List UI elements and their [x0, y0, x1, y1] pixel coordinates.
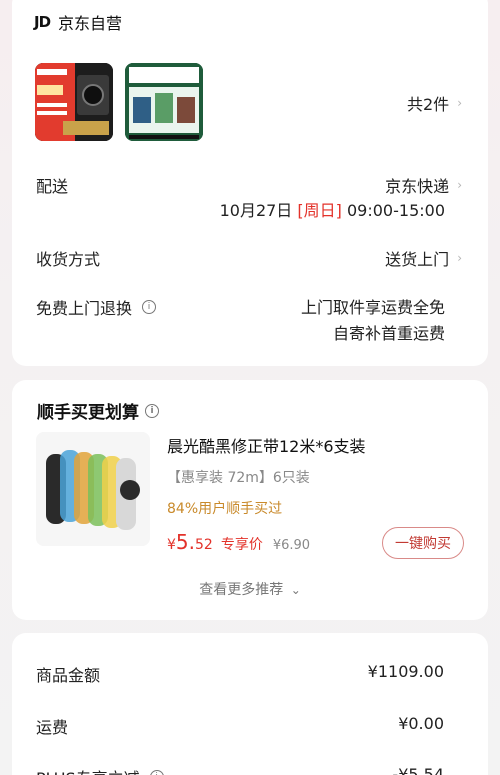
receive-method-value: 送货上门 — [385, 250, 450, 269]
recommend-price: ¥ 5. 52 专享价 ¥6.90 — [167, 530, 310, 554]
freight-value: ¥0.00 — [398, 714, 444, 733]
chevron-right-icon: › — [457, 178, 462, 192]
free-return-label: 免费上门退换 — [36, 299, 133, 318]
price-decimal: 52 — [195, 537, 213, 553]
price-summary-card: 商品金额 ¥1109.00 运费 ¥0.00 PLUS专享立减 i -¥5.54 — [12, 633, 488, 775]
price-symbol: ¥ — [167, 537, 176, 553]
recommend-product-spec: 【惠享装 72m】6只装 — [167, 470, 310, 486]
recommend-product-title[interactable]: 晨光酷黑修正带12米*6支装 — [167, 433, 366, 457]
recommend-title-text: 顺手买更划算 — [37, 403, 139, 423]
delivery-method: 京东快递 — [385, 177, 450, 196]
jd-logo: JD — [34, 13, 51, 31]
info-icon[interactable]: i — [149, 770, 164, 775]
recommend-product-note: 84%用户顺手买过 — [167, 501, 283, 517]
item-count-link[interactable]: 共2件 › — [407, 91, 462, 115]
info-icon[interactable]: i — [145, 403, 159, 418]
freight-label: 运费 — [36, 718, 69, 737]
info-icon[interactable]: i — [142, 300, 157, 314]
chevron-right-icon: › — [457, 251, 462, 265]
price-integer: 5. — [175, 530, 196, 554]
free-return-line-1: 上门取件享运费全免 — [300, 298, 445, 317]
plus-discount-label: PLUS专享立减 — [36, 765, 140, 775]
original-price: ¥6.90 — [272, 538, 311, 553]
see-more-label: 查看更多推荐 — [199, 582, 284, 598]
receive-method-link[interactable]: 送货上门 › — [385, 246, 462, 270]
receive-method-label: 收货方式 — [36, 250, 101, 269]
shop-name: 京东自营 — [58, 14, 123, 33]
chevron-right-icon: › — [457, 96, 462, 110]
see-more-recommend-link[interactable]: 查看更多推荐 ⌄ — [12, 579, 488, 599]
item-count-label: 共2件 — [407, 95, 450, 114]
recommend-product-image[interactable] — [36, 432, 150, 546]
one-click-buy-button[interactable]: 一键购买 — [382, 527, 464, 559]
order-card: JD 京东自营 共2件 › 配送 京东快递 › 10月27日 [周日] 09:0… — [12, 0, 488, 366]
product-thumbnail-2[interactable] — [125, 63, 203, 141]
delivery-method-link[interactable]: 京东快递 › — [385, 173, 462, 197]
plus-discount-value: -¥5.54 — [392, 765, 444, 775]
goods-amount-value: ¥1109.00 — [367, 662, 444, 681]
free-return-line-2: 自寄补首重运费 — [332, 324, 445, 343]
delivery-day: [周日] — [297, 201, 342, 220]
recommend-card: 顺手买更划算 i 晨光酷黑修正带12米*6支装 【惠享装 72m】6只装 84%… — [12, 380, 488, 620]
product-thumbnail-1[interactable] — [35, 63, 113, 141]
delivery-date: 10月27日 — [219, 201, 293, 220]
delivery-time: 09:00-15:00 — [347, 201, 445, 220]
exclusive-price-tag: 专享价 — [220, 537, 263, 553]
free-return-row: 免费上门退换 i — [36, 295, 157, 319]
goods-amount-label: 商品金额 — [36, 666, 101, 685]
chevron-down-icon: ⌄ — [290, 583, 301, 597]
recommend-title: 顺手买更划算 i — [37, 398, 159, 423]
shop-header[interactable]: JD 京东自营 — [34, 10, 122, 34]
delivery-label: 配送 — [36, 177, 69, 196]
delivery-datetime[interactable]: 10月27日 [周日] 09:00-15:00 — [220, 197, 445, 221]
plus-discount-row: PLUS专享立减 i — [36, 765, 164, 775]
free-return-detail: 上门取件享运费全免 自寄补首重运费 — [301, 295, 445, 347]
